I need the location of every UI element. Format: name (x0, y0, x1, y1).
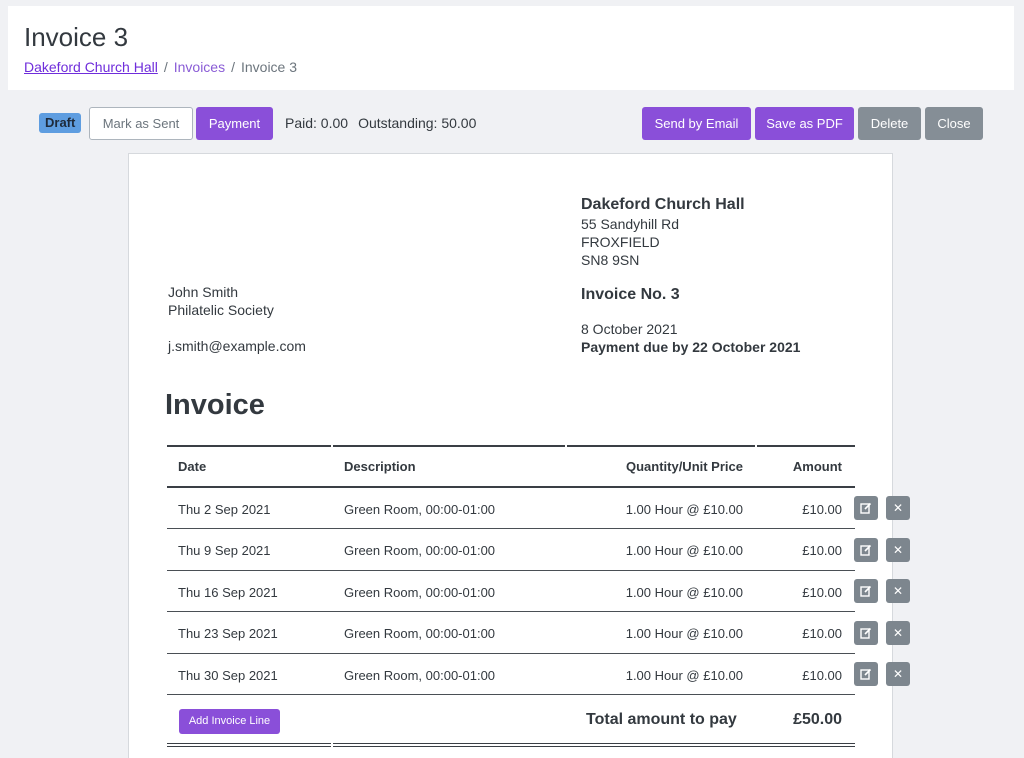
outstanding-amount: Outstanding: 50.00 (358, 115, 477, 131)
table-top-border (333, 445, 565, 447)
edit-line-button[interactable] (854, 662, 878, 686)
table-header-border (167, 486, 855, 488)
edit-icon (860, 627, 872, 639)
remove-line-button[interactable]: ✕ (886, 538, 910, 562)
edit-icon (860, 668, 872, 680)
edit-icon (860, 544, 872, 556)
row-divider (167, 653, 855, 654)
invoice-date: 8 October 2021 (581, 321, 678, 337)
add-invoice-line-button[interactable]: Add Invoice Line (179, 709, 280, 734)
breadcrumb-separator: / (163, 59, 168, 75)
row-quantity: 1.00 Hour @ £10.00 (625, 626, 743, 641)
row-date: Thu 23 Sep 2021 (178, 626, 278, 641)
organisation-address: Dakeford Church Hall 55 Sandyhill Rd FRO… (581, 196, 745, 269)
recipient-email: j.smith@example.com (168, 338, 306, 354)
edit-line-button[interactable] (854, 538, 878, 562)
close-button[interactable]: Close (925, 107, 983, 140)
breadcrumb-invoices-link[interactable]: Invoices (174, 59, 225, 75)
paid-amount: Paid: 0.00 (285, 115, 349, 131)
row-amount: £10.00 (802, 668, 842, 683)
breadcrumb-separator: / (231, 59, 235, 75)
row-description: Green Room, 00:00-01:00 (344, 668, 496, 683)
row-quantity: 1.00 Hour @ £10.00 (625, 502, 743, 517)
address-line-1: 55 Sandyhill Rd (581, 216, 680, 232)
recipient-organisation: Philatelic Society (168, 302, 274, 318)
edit-icon (860, 585, 872, 597)
row-amount: £10.00 (802, 585, 842, 600)
status-badge: Draft (39, 113, 82, 133)
recipient-address: John Smith Philatelic Society (168, 283, 274, 319)
column-header-date: Date (178, 459, 207, 474)
payment-due-date: Payment due by 22 October 2021 (581, 339, 801, 355)
row-description: Green Room, 00:00-01:00 (344, 543, 496, 558)
remove-line-button[interactable]: ✕ (886, 662, 910, 686)
total-label: Total amount to pay (586, 711, 737, 728)
mark-as-sent-button[interactable]: Mark as Sent (89, 107, 193, 140)
column-header-amount: Amount (792, 459, 842, 474)
edit-icon (860, 502, 872, 514)
row-divider (167, 528, 855, 529)
save-as-pdf-button[interactable]: Save as PDF (755, 107, 854, 140)
row-amount: £10.00 (802, 502, 842, 517)
row-description: Green Room, 00:00-01:00 (344, 626, 496, 641)
row-divider (167, 570, 855, 571)
total-value: £50.00 (793, 711, 842, 728)
page-title: Invoice 3 (24, 22, 129, 52)
row-amount: £10.00 (802, 626, 842, 641)
remove-line-button[interactable]: ✕ (886, 496, 910, 520)
edit-line-button[interactable] (854, 621, 878, 645)
row-divider (167, 611, 855, 612)
breadcrumb: Dakeford Church Hall / Invoices / Invoice 3 (24, 59, 297, 75)
table-bottom-border (167, 743, 331, 744)
close-icon: ✕ (892, 626, 904, 640)
row-date: Thu 9 Sep 2021 (178, 543, 271, 558)
breadcrumb-current: Invoice 3 (240, 59, 298, 75)
edit-line-button[interactable] (854, 579, 878, 603)
address-line-2: FROXFIELD (581, 234, 660, 250)
payment-summary: Paid: 0.00 Outstanding: 50.00 (285, 115, 476, 131)
table-top-border (167, 445, 331, 447)
row-amount: £10.00 (802, 543, 842, 558)
row-description: Green Room, 00:00-01:00 (344, 502, 496, 517)
row-quantity: 1.00 Hour @ £10.00 (625, 668, 743, 683)
delete-button[interactable]: Delete (858, 107, 921, 140)
table-top-border (567, 445, 755, 447)
close-icon: ✕ (892, 501, 904, 515)
remove-line-button[interactable]: ✕ (886, 621, 910, 645)
remove-line-button[interactable]: ✕ (886, 579, 910, 603)
breadcrumb-home-link[interactable]: Dakeford Church Hall (24, 59, 158, 75)
close-icon: ✕ (892, 543, 904, 557)
row-description: Green Room, 00:00-01:00 (344, 585, 496, 600)
document-heading: Invoice (165, 389, 265, 421)
table-bottom-border (333, 746, 855, 747)
row-quantity: 1.00 Hour @ £10.00 (625, 585, 743, 600)
address-postcode: SN8 9SN (581, 252, 640, 268)
close-icon: ✕ (892, 667, 904, 681)
column-header-description: Description (344, 459, 416, 474)
row-date: Thu 30 Sep 2021 (178, 668, 278, 683)
payment-button[interactable]: Payment (196, 107, 273, 140)
send-by-email-button[interactable]: Send by Email (642, 107, 751, 140)
column-header-quantity: Quantity/Unit Price (625, 459, 743, 474)
invoice-number: Invoice No. 3 (581, 286, 680, 303)
invoice-dates: 8 October 2021 Payment due by 22 October… (581, 320, 800, 356)
table-bottom-border (167, 746, 331, 747)
recipient-name: John Smith (168, 284, 239, 300)
edit-line-button[interactable] (854, 496, 878, 520)
row-date: Thu 16 Sep 2021 (178, 585, 278, 600)
row-divider (167, 694, 855, 695)
page-header: Invoice 3 Dakeford Church Hall / Invoices /… (8, 6, 1014, 90)
table-top-border (757, 445, 855, 447)
invoice-document: Dakeford Church Hall 55 Sandyhill Rd FRO… (128, 153, 893, 758)
row-date: Thu 2 Sep 2021 (178, 502, 271, 517)
row-quantity: 1.00 Hour @ £10.00 (625, 543, 743, 558)
organisation-name: Dakeford Church Hall (581, 196, 745, 213)
table-bottom-border (333, 743, 855, 744)
close-icon: ✕ (892, 584, 904, 598)
